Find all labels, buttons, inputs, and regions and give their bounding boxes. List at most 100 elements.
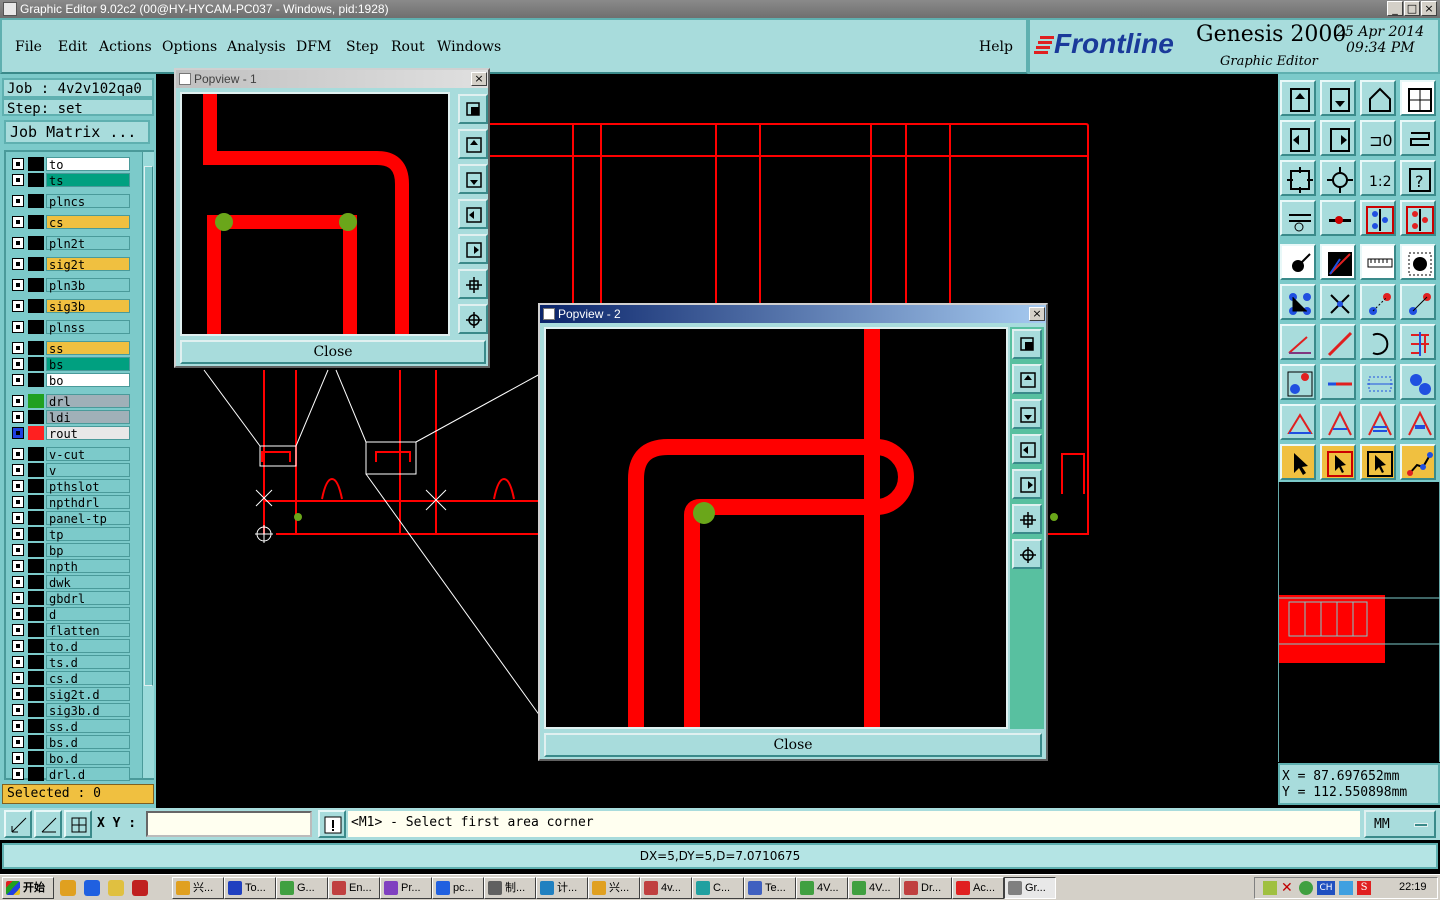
taskbar-task[interactable]: Ac... — [952, 877, 1004, 899]
layer-row-tp[interactable]: tp — [10, 527, 130, 542]
popview-2-close-x[interactable]: × — [1029, 307, 1045, 321]
xy-input[interactable] — [146, 811, 312, 837]
overview-map[interactable] — [1278, 482, 1440, 762]
tray-security-icon[interactable]: S — [1357, 881, 1371, 895]
layer-checkbox[interactable] — [12, 656, 24, 668]
pan-left-button[interactable] — [1012, 434, 1042, 464]
layer-checkbox[interactable] — [12, 158, 24, 170]
layer-row-dwk[interactable]: dwk — [10, 575, 130, 590]
layer-row-bp[interactable]: bp — [10, 543, 130, 558]
pan-right-button[interactable] — [1012, 469, 1042, 499]
popview-2-close-button[interactable]: Close — [544, 733, 1042, 757]
quicklaunch-icon[interactable] — [60, 880, 76, 896]
taskbar-task[interactable]: C... — [692, 877, 744, 899]
mirror-button[interactable] — [1400, 324, 1436, 360]
layer-row-v-cut[interactable]: v-cut — [10, 447, 130, 462]
menu-step[interactable]: Step — [346, 39, 378, 55]
layer-row-npth[interactable]: npth — [10, 559, 130, 574]
measure-tool-button[interactable] — [1280, 200, 1316, 236]
layer-row-ts[interactable]: ts — [10, 173, 130, 188]
route-path-button[interactable] — [1400, 444, 1436, 480]
layer-checkbox[interactable] — [12, 768, 24, 780]
home-button[interactable] — [1360, 80, 1396, 116]
layer-up-button[interactable] — [1280, 80, 1316, 116]
alert-button[interactable] — [318, 810, 346, 838]
menu-windows[interactable]: Windows — [437, 39, 501, 55]
layer-checkbox[interactable] — [12, 279, 24, 291]
layer-checkbox[interactable] — [12, 592, 24, 604]
layer-checkbox[interactable] — [12, 720, 24, 732]
layer-checkbox[interactable] — [12, 672, 24, 684]
pan-left-button[interactable] — [458, 199, 488, 229]
layer-checkbox[interactable] — [12, 544, 24, 556]
layer-checkbox[interactable] — [12, 640, 24, 652]
layer-checkbox[interactable] — [12, 427, 24, 439]
layer-checkbox[interactable] — [12, 576, 24, 588]
layer-row-ts.d[interactable]: ts.d — [10, 655, 130, 670]
cross-select-button[interactable] — [1320, 284, 1356, 320]
triangle-right-button[interactable] — [1360, 404, 1396, 440]
layer-row-sig3b.d[interactable]: sig3b.d — [10, 703, 130, 718]
color-wheel-button[interactable] — [1320, 244, 1356, 280]
layer-row-bo.d[interactable]: bo.d — [10, 751, 130, 766]
triangle-fill-button[interactable] — [1400, 404, 1436, 440]
tray-language-icon[interactable]: CH — [1317, 881, 1335, 895]
zoom-fit-button[interactable] — [458, 94, 488, 124]
layer-row-ss[interactable]: ss — [10, 341, 130, 356]
taskbar-task[interactable]: 4V... — [796, 877, 848, 899]
layer-checkbox[interactable] — [12, 464, 24, 476]
layer-checkbox[interactable] — [12, 688, 24, 700]
layer-checkbox[interactable] — [12, 300, 24, 312]
layer-down-button[interactable] — [1320, 80, 1356, 116]
layer-row-drl[interactable]: drl — [10, 394, 130, 409]
segment-button[interactable] — [1320, 364, 1356, 400]
layer-row-pln2t[interactable]: pln2t — [10, 236, 130, 251]
job-matrix-button[interactable]: Job Matrix ... — [4, 120, 150, 144]
menu-dfm[interactable]: DFM — [296, 39, 331, 55]
pan-up-button[interactable] — [1012, 364, 1042, 394]
tray-network-icon[interactable] — [1339, 881, 1353, 895]
add-pad-button[interactable] — [1280, 364, 1316, 400]
scrollbar-thumb[interactable] — [144, 166, 153, 686]
layer-row-cs[interactable]: cs — [10, 215, 130, 230]
zoom-out-button[interactable] — [458, 304, 488, 334]
fill-dot-button[interactable] — [1400, 244, 1436, 280]
fit-view-button[interactable] — [1280, 160, 1316, 196]
menu-help[interactable]: Help — [979, 39, 1013, 55]
layer-checkbox[interactable] — [12, 512, 24, 524]
layer-checkbox[interactable] — [12, 608, 24, 620]
pan-up-button[interactable] — [458, 129, 488, 159]
layer-checkbox[interactable] — [12, 195, 24, 207]
layer-checkbox[interactable] — [12, 216, 24, 228]
layer-checkbox[interactable] — [12, 395, 24, 407]
layer-row-rout[interactable]: rout — [10, 426, 130, 441]
layer-row-plncs[interactable]: plncs — [10, 194, 130, 209]
taskbar-task[interactable]: Te... — [744, 877, 796, 899]
zoom-in-button[interactable] — [1012, 504, 1042, 534]
popview-1-close-x[interactable]: × — [471, 72, 487, 86]
netlist-red-button[interactable] — [1400, 200, 1436, 236]
ruler-button[interactable] — [1360, 244, 1396, 280]
tray-close-icon[interactable]: ✕ — [1281, 881, 1295, 895]
pan-down-button[interactable] — [1012, 399, 1042, 429]
layer-row-ldi[interactable]: ldi — [10, 410, 130, 425]
arc-button[interactable] — [1360, 324, 1396, 360]
layer-row-sig3b[interactable]: sig3b — [10, 299, 130, 314]
layer-row-plnss[interactable]: plnss — [10, 320, 130, 335]
pan-right-button[interactable] — [458, 234, 488, 264]
taskbar-task[interactable]: 制... — [484, 877, 536, 899]
center-button[interactable] — [1320, 160, 1356, 196]
minimize-button[interactable]: _ — [1387, 1, 1403, 16]
close-window-button[interactable]: × — [1421, 1, 1437, 16]
quicklaunch-icon[interactable] — [108, 880, 124, 896]
layer-row-to[interactable]: to — [10, 157, 130, 172]
zoom-fit-button[interactable] — [1012, 329, 1042, 359]
pan-right-button[interactable] — [1320, 120, 1356, 156]
start-button[interactable]: 开始 — [2, 877, 54, 899]
layer-checkbox[interactable] — [12, 237, 24, 249]
layer-row-bs[interactable]: bs — [10, 357, 130, 372]
taskbar-task[interactable]: En... — [328, 877, 380, 899]
zoom-ratio-button[interactable]: 1:2 — [1360, 160, 1396, 196]
taskbar-task[interactable]: 兴... — [588, 877, 640, 899]
layer-row-pln3b[interactable]: pln3b — [10, 278, 130, 293]
